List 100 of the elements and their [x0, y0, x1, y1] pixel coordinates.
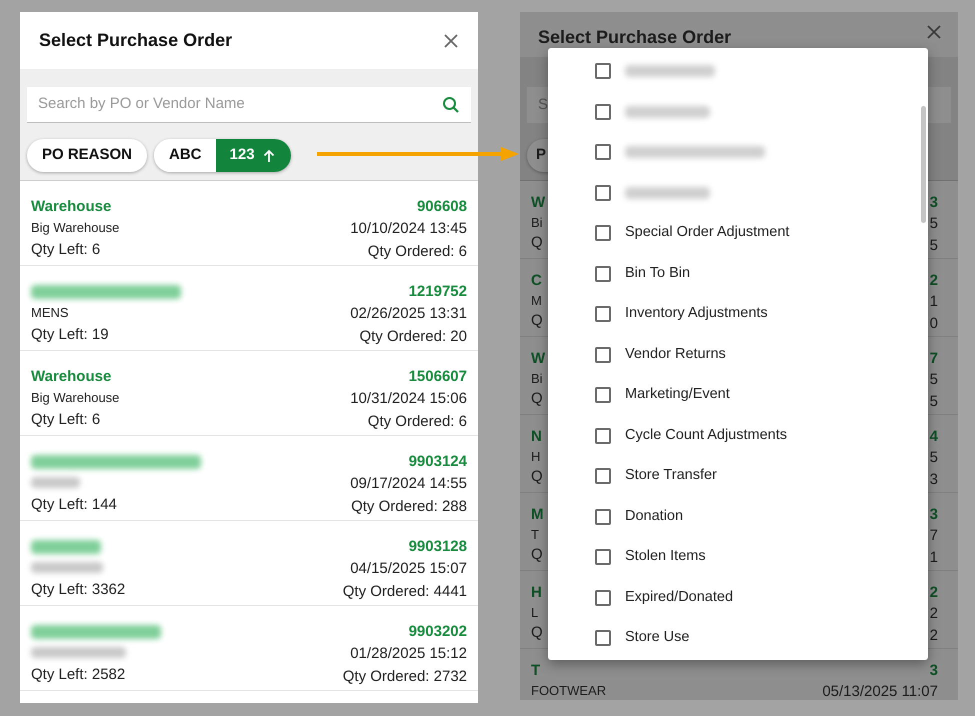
- chip-text: P: [536, 145, 546, 166]
- dialog-title: Select Purchase Order: [538, 26, 732, 49]
- close-icon[interactable]: [443, 32, 459, 48]
- order-date: 01/28/2025 15:12: [350, 644, 467, 664]
- reason-option[interactable]: Donation: [625, 506, 684, 528]
- order-date: 1: [930, 292, 938, 312]
- qty-ordered-text: 3: [930, 470, 938, 490]
- order-date: 09/17/2024 14:55: [350, 474, 467, 494]
- po-number: 9903128: [408, 537, 467, 556]
- search-input[interactable]: Search by PO or Vendor Name: [38, 93, 418, 116]
- po-number: 9903124: [408, 452, 467, 471]
- checkbox[interactable]: [595, 387, 611, 404]
- order-date: 02/26/2025 13:31: [350, 304, 467, 324]
- qty-ordered-text: Qty Ordered: 4441: [342, 582, 467, 602]
- department-text: MENS: [31, 304, 70, 321]
- reason-option[interactable]: Stolen Items: [625, 546, 706, 568]
- order-date: 04/15/2025 15:07: [350, 559, 467, 579]
- sort-option[interactable]: ABC: [154, 139, 216, 172]
- vendor-name: H: [531, 583, 542, 602]
- po-reason-chip[interactable]: PO REASON: [27, 139, 148, 172]
- checkbox[interactable]: [595, 468, 611, 484]
- qty-ordered-text: Qty Ordered: 6: [368, 242, 467, 262]
- qty-left-text: Qty Left: 6: [31, 240, 102, 260]
- reason-option[interactable]: Expired/Donated: [625, 586, 734, 609]
- checkbox[interactable]: [595, 346, 611, 363]
- close-icon[interactable]: [926, 24, 942, 40]
- vendor-name: M: [531, 505, 544, 524]
- checkbox[interactable]: [595, 144, 611, 160]
- vendor-name: Warehouse: [31, 197, 112, 216]
- reason-option[interactable]: Marketing/Event: [625, 384, 730, 406]
- po-number: 3: [930, 193, 938, 212]
- qty-left-text: Qty Left: 6: [31, 410, 102, 430]
- qty-ordered-text: 1: [930, 548, 938, 568]
- po-number: 1219752: [408, 282, 467, 301]
- qty-ordered-text: Qty Ordered: 20: [359, 327, 467, 347]
- scrollbar-thumb[interactable]: [921, 106, 926, 223]
- department-text: Bi: [531, 370, 543, 387]
- checkbox[interactable]: [595, 184, 611, 201]
- department-text: Big Warehouse: [31, 219, 120, 236]
- qty-left-text: Qty Left: 144: [31, 495, 118, 515]
- vendor-name: W: [531, 349, 546, 368]
- order-date: 5: [930, 214, 938, 234]
- qty-left-text: Q: [531, 467, 543, 487]
- qty-left-text: Q: [531, 545, 543, 565]
- po-number: 7: [930, 349, 938, 368]
- po-number: 4: [930, 427, 938, 446]
- po-number: 9903202: [408, 622, 467, 641]
- checkbox[interactable]: [595, 266, 611, 282]
- qty-ordered-text: Qty Ordered: 2732: [342, 667, 467, 687]
- po-number: 3: [930, 505, 938, 524]
- checkbox[interactable]: [595, 225, 611, 242]
- order-date: 05/13/2025 11:07: [822, 682, 938, 700]
- sort-option[interactable]: 123: [216, 139, 291, 172]
- qty-left-text: Q: [531, 311, 543, 331]
- qty-ordered-text: 5: [930, 392, 938, 412]
- department-text: L: [531, 604, 538, 621]
- qty-ordered-text: Qty Ordered: 288: [351, 497, 467, 517]
- order-date: 2: [930, 604, 938, 624]
- qty-left-text: Q: [531, 623, 543, 643]
- checkbox[interactable]: [595, 63, 611, 80]
- qty-ordered-text: 2: [930, 626, 938, 646]
- qty-ordered-text: Qty Ordered: 6: [368, 412, 467, 432]
- qty-left-text: Qty Left: 3362: [31, 580, 126, 600]
- vendor-name: W: [531, 193, 546, 212]
- checkbox[interactable]: [595, 508, 611, 525]
- reason-option[interactable]: Bin To Bin: [625, 262, 690, 285]
- reason-option[interactable]: Inventory Adjustments: [625, 303, 768, 326]
- dialog-title: Select Purchase Order: [39, 29, 232, 52]
- po-number: 906608: [416, 197, 467, 216]
- po-number: 2: [930, 271, 938, 290]
- checkbox[interactable]: [595, 306, 611, 322]
- reason-option[interactable]: Vendor Returns: [625, 344, 726, 366]
- vendor-name: T: [531, 661, 540, 680]
- department-text: Big Warehouse: [31, 389, 120, 406]
- department-text: H: [531, 448, 540, 465]
- department-text: T: [531, 526, 539, 543]
- reason-option[interactable]: Store Use: [625, 627, 690, 650]
- po-number: 3: [930, 661, 938, 680]
- order-date: 5: [930, 448, 938, 468]
- reason-option[interactable]: Store Transfer: [625, 465, 717, 488]
- qty-left-text: Q: [531, 233, 543, 253]
- qty-left-text: Qty Left: 19: [31, 325, 110, 345]
- qty-ordered-text: 0: [930, 314, 938, 334]
- checkbox[interactable]: [595, 590, 611, 606]
- order-date: 10/10/2024 13:45: [350, 219, 467, 239]
- order-date: 10/31/2024 15:06: [350, 389, 467, 409]
- reason-option[interactable]: Special Order Adjustment: [625, 222, 790, 244]
- checkbox[interactable]: [595, 428, 611, 444]
- order-date: 7: [930, 526, 938, 546]
- search-field[interactable]: Search by PO or Vendor Name: [27, 87, 471, 123]
- checkbox[interactable]: [595, 630, 611, 646]
- vendor-name: Warehouse: [31, 367, 112, 386]
- qty-ordered-text: 5: [930, 236, 938, 256]
- reason-option[interactable]: Cycle Count Adjustments: [625, 424, 787, 447]
- checkbox[interactable]: [595, 104, 611, 120]
- department-text: M: [531, 292, 542, 309]
- vendor-name: C: [531, 271, 542, 290]
- order-date: 5: [930, 370, 938, 390]
- checkbox[interactable]: [595, 549, 611, 566]
- search-icon[interactable]: [442, 96, 460, 114]
